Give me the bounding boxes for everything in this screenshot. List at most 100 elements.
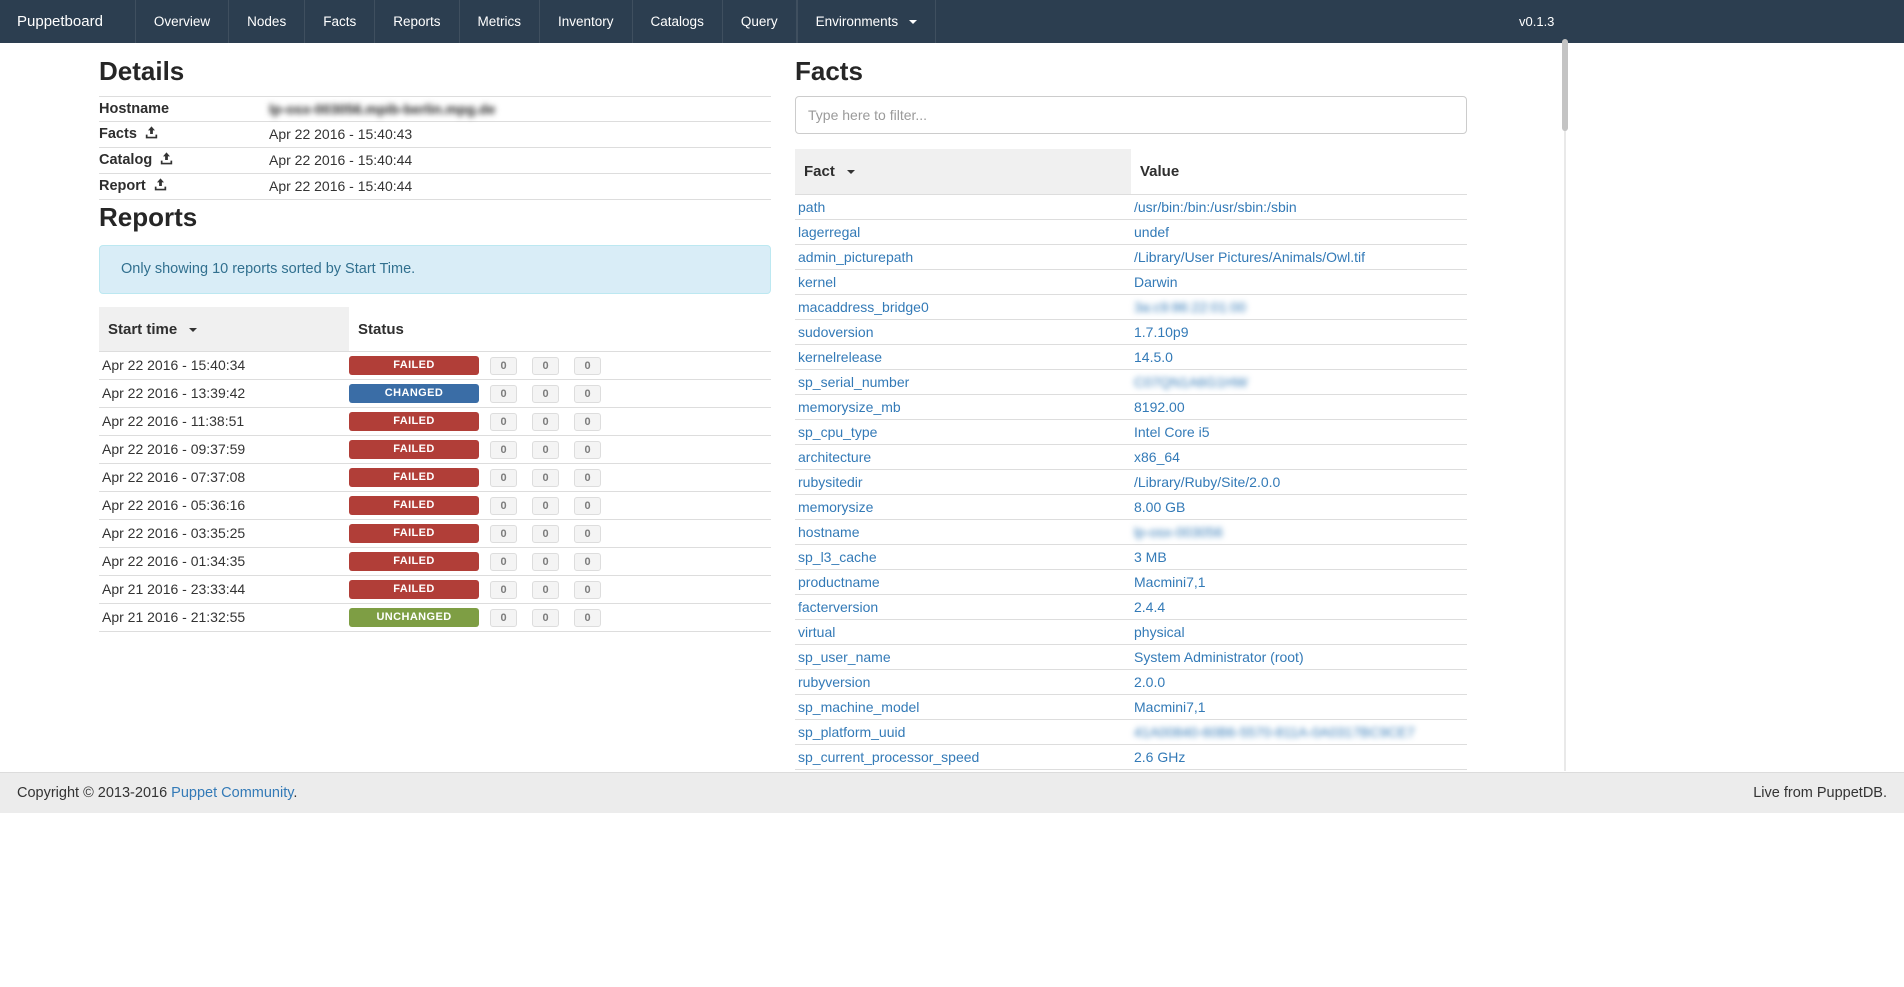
report-status-cell: FAILED000 [349, 464, 771, 492]
count-badge: 0 [490, 441, 517, 459]
fact-value-link[interactable]: /Library/User Pictures/Animals/Owl.tif [1134, 249, 1365, 265]
report-status-cell: FAILED000 [349, 352, 771, 380]
report-status-cell: UNCHANGED000 [349, 604, 771, 632]
reports-title: Reports [99, 202, 771, 233]
fact-value-link[interactable]: 14.5.0 [1134, 349, 1173, 365]
puppet-community-link[interactable]: Puppet Community [171, 785, 293, 801]
fact-value-link[interactable]: /usr/bin:/bin:/usr/sbin:/sbin [1134, 199, 1297, 215]
fact-value-link[interactable]: 1.7.10p9 [1134, 324, 1189, 340]
fact-value-link[interactable]: 2.0.0 [1134, 674, 1165, 690]
fact-name-link[interactable]: sp_platform_uuid [798, 724, 905, 740]
details-row: Hostnamelp-osx-003056.mpib-berlin.mpg.de [99, 97, 771, 122]
fact-value-link[interactable]: 3 MB [1134, 549, 1167, 565]
fact-name-link[interactable]: kernelrelease [798, 349, 882, 365]
facts-filter-input[interactable] [795, 96, 1467, 134]
fact-value-link[interactable]: 8.00 GB [1134, 499, 1185, 515]
fact-row: kernelrelease 14.5.0 [795, 345, 1467, 370]
navbar: Puppetboard OverviewNodesFactsReportsMet… [0, 0, 1904, 43]
facts-sort-fact[interactable]: Fact [795, 149, 1131, 195]
fact-value-link[interactable]: Macmini7,1 [1134, 699, 1206, 715]
fact-value-link[interactable]: Macmini7,1 [1134, 574, 1206, 590]
fact-name-link[interactable]: architecture [798, 449, 871, 465]
fact-name-link[interactable]: sp_user_name [798, 649, 891, 665]
fact-value-link[interactable]: C07QN1A6G1HW [1134, 374, 1248, 390]
fact-value-link[interactable]: Darwin [1134, 274, 1178, 290]
report-status-group: UNCHANGED000 [349, 608, 771, 627]
fact-value-cell: /Library/User Pictures/Animals/Owl.tif [1131, 245, 1467, 270]
facts-column: Facts Fact Value path/usr/bin:/bin:/usr/… [795, 56, 1467, 770]
fact-value-link[interactable]: /Library/Ruby/Site/2.0.0 [1134, 474, 1280, 490]
fact-value-cell: 3a:c9:86:22:01:00 [1131, 295, 1467, 320]
fact-name-link[interactable]: productname [798, 574, 880, 590]
nav-item-query[interactable]: Query [722, 0, 797, 43]
fact-row: sp_user_name System Administrator (root) [795, 645, 1467, 670]
details-label: Hostname [99, 97, 269, 122]
count-badge: 0 [574, 413, 601, 431]
fact-value-cell: C07QN1A6G1HW [1131, 370, 1467, 395]
nav-item-overview[interactable]: Overview [135, 0, 228, 43]
fact-value-link[interactable]: 3a:c9:86:22:01:00 [1134, 299, 1246, 315]
fact-name-link[interactable]: admin_picturepath [798, 249, 913, 265]
reports-column-status[interactable]: Status [349, 307, 771, 352]
fact-name-link[interactable]: memorysize [798, 499, 873, 515]
fact-value-link[interactable]: 2.6 GHz [1134, 749, 1185, 765]
fact-name-link[interactable]: hostname [798, 524, 859, 540]
fact-value-link[interactable]: lp-osx-003056 [1134, 524, 1223, 540]
footer-status: Live from PuppetDB. [1753, 785, 1887, 801]
reports-sort-start-time[interactable]: Start time [99, 307, 349, 352]
fact-name-link[interactable]: sp_current_processor_speed [798, 749, 979, 765]
fact-value-link[interactable]: 8192.00 [1134, 399, 1185, 415]
fact-name-link[interactable]: sudoversion [798, 324, 874, 340]
fact-name-link[interactable]: macaddress_bridge0 [798, 299, 929, 315]
count-badge: 0 [574, 609, 601, 627]
fact-name-link[interactable]: kernel [798, 274, 836, 290]
facts-column-value[interactable]: Value [1131, 149, 1467, 195]
fact-name-link[interactable]: rubysitedir [798, 474, 863, 490]
count-badge: 0 [532, 497, 559, 515]
scrollbar-thumb[interactable] [1562, 39, 1568, 131]
fact-value-link[interactable]: physical [1134, 624, 1185, 640]
status-badge: FAILED [349, 580, 479, 599]
footer: Copyright © 2013-2016 Puppet Community. … [0, 772, 1904, 813]
fact-value-link[interactable]: Intel Core i5 [1134, 424, 1209, 440]
fact-name-link[interactable]: memorysize_mb [798, 399, 901, 415]
fact-value-link[interactable]: x86_64 [1134, 449, 1180, 465]
fact-value-link[interactable]: undef [1134, 224, 1169, 240]
fact-value-link[interactable]: 2.4.4 [1134, 599, 1165, 615]
fact-value-cell: Macmini7,1 [1131, 570, 1467, 595]
fact-name-link[interactable]: sp_serial_number [798, 374, 909, 390]
upload-icon[interactable] [154, 178, 167, 196]
fact-value-cell: Macmini7,1 [1131, 695, 1467, 720]
fact-value-link[interactable]: 41A00840-60B6-5570-811A-0A0317BC9CE7 [1134, 724, 1415, 740]
fact-name-link[interactable]: path [798, 199, 825, 215]
scrollbar-track[interactable] [1564, 43, 1566, 771]
nav-item-reports[interactable]: Reports [374, 0, 458, 43]
upload-icon[interactable] [160, 152, 173, 170]
report-row: Apr 22 2016 - 13:39:42CHANGED000 [99, 380, 771, 408]
nav-item-environments[interactable]: Environments [797, 0, 936, 43]
report-start-time: Apr 22 2016 - 11:38:51 [99, 408, 349, 436]
fact-value-link[interactable]: System Administrator (root) [1134, 649, 1304, 665]
chevron-down-icon [909, 20, 917, 24]
nav-item-catalogs[interactable]: Catalogs [632, 0, 722, 43]
fact-name-link[interactable]: sp_machine_model [798, 699, 919, 715]
fact-name-link[interactable]: virtual [798, 624, 835, 640]
nav-item-inventory[interactable]: Inventory [539, 0, 632, 43]
fact-name-link[interactable]: lagerregal [798, 224, 860, 240]
report-status-group: CHANGED000 [349, 384, 771, 403]
fact-name-cell: productname [795, 570, 1131, 595]
status-badge: FAILED [349, 468, 479, 487]
nav-item-metrics[interactable]: Metrics [459, 0, 540, 43]
fact-name-link[interactable]: sp_cpu_type [798, 424, 877, 440]
fact-name-link[interactable]: facterversion [798, 599, 878, 615]
navbar-brand[interactable]: Puppetboard [0, 0, 120, 43]
fact-name-link[interactable]: rubyversion [798, 674, 870, 690]
upload-icon[interactable] [145, 126, 158, 144]
nav-item-facts[interactable]: Facts [304, 0, 374, 43]
status-column-label: Status [358, 321, 404, 338]
fact-name-cell: architecture [795, 445, 1131, 470]
details-value: lp-osx-003056.mpib-berlin.mpg.de [269, 97, 771, 122]
fact-name-link[interactable]: sp_l3_cache [798, 549, 877, 565]
nav-item-nodes[interactable]: Nodes [228, 0, 304, 43]
status-badge: CHANGED [349, 384, 479, 403]
